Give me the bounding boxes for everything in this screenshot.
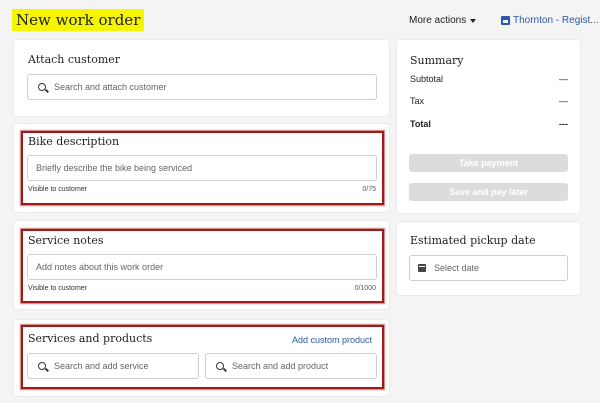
service-search-placeholder: Search and add service (54, 361, 149, 371)
service-notes-placeholder: Add notes about this work order (36, 262, 164, 272)
bike-char-counter: 0/75 (362, 186, 376, 193)
customer-search-placeholder: Search and attach customer (54, 82, 167, 92)
tax-label: Tax (410, 96, 425, 106)
subtotal-row: Subtotal — (410, 74, 568, 84)
customer-search-input[interactable]: Search and attach customer (27, 74, 377, 100)
total-value: --- (559, 119, 568, 129)
save-pay-later-button[interactable]: Save and pay later (409, 183, 568, 201)
total-row: Total --- (410, 119, 568, 129)
pickup-date-input[interactable]: Select date (409, 255, 568, 281)
service-search-input[interactable]: Search and add service (27, 353, 199, 379)
product-search-input[interactable]: Search and add product (205, 353, 377, 379)
calendar-icon (418, 264, 426, 272)
add-custom-product-link[interactable]: Add custom product (292, 335, 372, 345)
more-actions-label: More actions (409, 15, 467, 26)
service-notes-input[interactable]: Add notes about this work order (27, 254, 377, 280)
tax-value: — (559, 96, 568, 106)
attach-customer-heading: Attach customer (28, 53, 121, 66)
subtotal-label: Subtotal (410, 74, 444, 84)
pickup-date-placeholder: Select date (434, 263, 480, 273)
summary-title: Summary (410, 54, 464, 67)
search-icon (38, 362, 46, 370)
location-label: Thornton - Regist... (513, 15, 599, 26)
take-payment-button[interactable]: Take payment (409, 154, 568, 172)
bike-description-heading: Bike description (28, 135, 120, 148)
pickup-date-heading: Estimated pickup date (410, 234, 536, 247)
service-notes-heading: Service notes (28, 234, 104, 247)
bike-description-placeholder: Briefly describe the bike being serviced (36, 163, 193, 173)
location-link[interactable]: Thornton - Regist... (501, 15, 599, 26)
search-icon (38, 83, 46, 91)
search-icon (216, 362, 224, 370)
notes-char-counter: 0/1000 (354, 285, 376, 292)
product-search-placeholder: Search and add product (232, 361, 329, 371)
bike-visibility-hint: Visible to customer (28, 186, 88, 193)
store-icon (501, 16, 510, 25)
subtotal-value: — (559, 74, 568, 84)
tax-row: Tax — (410, 96, 568, 106)
bike-description-input[interactable]: Briefly describe the bike being serviced (27, 155, 377, 181)
total-label: Total (410, 119, 431, 129)
page-title: New work order (12, 9, 145, 31)
services-products-heading: Services and products (28, 332, 153, 345)
caret-down-icon (470, 18, 477, 23)
notes-visibility-hint: Visible to customer (28, 285, 88, 292)
more-actions-button[interactable]: More actions (409, 15, 477, 26)
